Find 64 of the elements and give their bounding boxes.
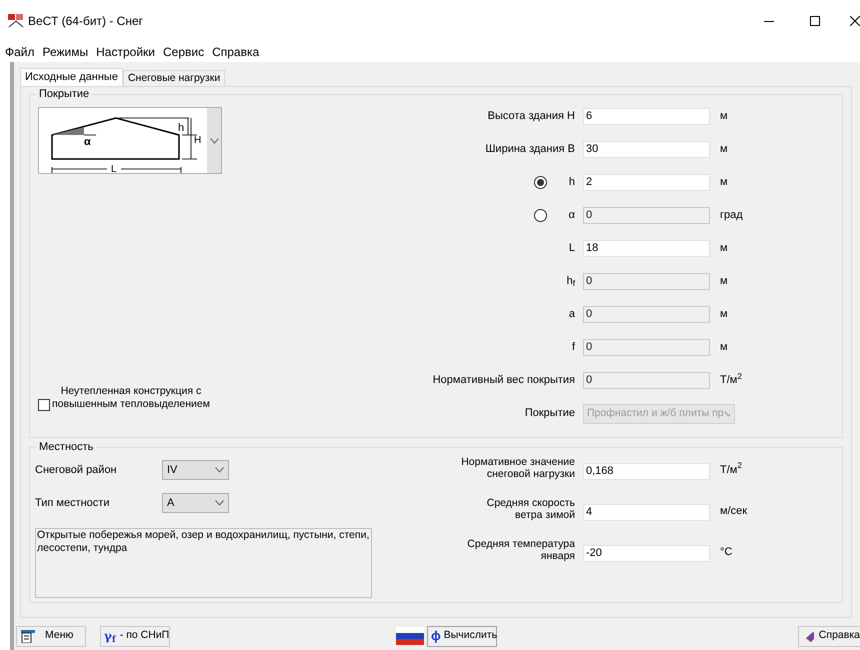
- checkbox[interactable]: [38, 399, 50, 411]
- norms-button[interactable]: γ$_{f}$ - по СНиП: [100, 626, 170, 646]
- unit-label: Т/м$^{2}$: [720, 372, 742, 388]
- input-field[interactable]: 30: [583, 141, 710, 158]
- minimize-icon: [764, 20, 774, 22]
- input-field[interactable]: 2: [583, 174, 710, 191]
- input-field[interactable]: 6: [583, 108, 710, 125]
- menu-item[interactable]: Сервис: [162, 43, 204, 61]
- field-label: Ширина здания В: [485, 142, 575, 158]
- help-button[interactable]: Справка: [798, 626, 860, 646]
- maximize-icon: [810, 16, 820, 26]
- field-label: Нормативное значение снеговой нагрузки: [460, 456, 575, 480]
- input-field[interactable]: 4: [583, 504, 710, 521]
- input-field[interactable]: 18: [583, 240, 710, 257]
- chevron-icon: [724, 410, 730, 416]
- group-title: Покрытие: [36, 87, 92, 101]
- input-field[interactable]: 0,168: [583, 463, 710, 480]
- flag-icon: [396, 627, 424, 645]
- unit-label: м: [720, 307, 728, 322]
- unit-label: м/сек: [720, 504, 748, 518]
- chevron-icon: [215, 500, 224, 506]
- unit-label: м: [720, 241, 728, 256]
- document-icon: [21, 630, 35, 642]
- field-label: f: [572, 340, 575, 356]
- field-label: Покрытие: [524, 406, 575, 422]
- calculate-button[interactable]: ϕ Вычислить: [427, 626, 497, 646]
- unit-label: м: [720, 340, 728, 356]
- tab[interactable]: Снеговые нагрузки: [122, 70, 226, 86]
- dropdown[interactable]: A: [162, 493, 229, 513]
- terrain-description: Открытые побережья морей, озер и водохранилищ, пустыни, степи, лесостепи, тундра: [35, 528, 372, 598]
- unit-label: м: [720, 109, 728, 124]
- close-icon: [850, 16, 860, 26]
- unit-label: м: [720, 175, 728, 190]
- field-label: Нормативный вес покрытия: [432, 373, 575, 388]
- radio-button[interactable]: [534, 176, 547, 189]
- unit-label: град: [720, 208, 743, 224]
- window-title: ВеСТ (64-бит) - Снег: [28, 13, 144, 30]
- checkbox-label: Неутепленная конструкция с повышенным тепловыделением: [52, 385, 210, 411]
- menu-item[interactable]: Режимы: [42, 43, 88, 61]
- field-label: Средняя температура января: [466, 538, 575, 562]
- app-logo-icon: [8, 14, 24, 28]
- tab[interactable]: Исходные данные: [20, 68, 123, 86]
- menu-item[interactable]: Настройки: [96, 43, 155, 61]
- book-icon: [805, 630, 814, 642]
- field-label: Тип местности: [35, 496, 110, 511]
- unit-label: Т/м$^{2}$: [720, 462, 742, 478]
- unit-label: м: [720, 274, 728, 290]
- field-label: α: [568, 208, 575, 224]
- field-label: Снеговой район: [35, 462, 118, 478]
- unit-label: м: [720, 142, 728, 158]
- field-label: h: [568, 175, 575, 190]
- field-label: L: [568, 241, 575, 256]
- field-label: Средняя скорость ветра зимой: [486, 497, 575, 521]
- dropdown[interactable]: IV: [162, 460, 229, 480]
- input-field[interactable]: -20: [583, 545, 710, 562]
- field-label: h$_{f}$: [566, 274, 575, 290]
- unit-label: °С: [720, 544, 732, 560]
- chevron-icon: [215, 467, 224, 473]
- field-label: a: [568, 307, 575, 322]
- field-label: Высота здания Н: [488, 109, 575, 124]
- menu-item[interactable]: Файл: [5, 43, 35, 61]
- menu-button[interactable]: Меню: [16, 626, 86, 646]
- chevron-icon: [210, 138, 218, 144]
- menu-item[interactable]: Справка: [212, 43, 260, 61]
